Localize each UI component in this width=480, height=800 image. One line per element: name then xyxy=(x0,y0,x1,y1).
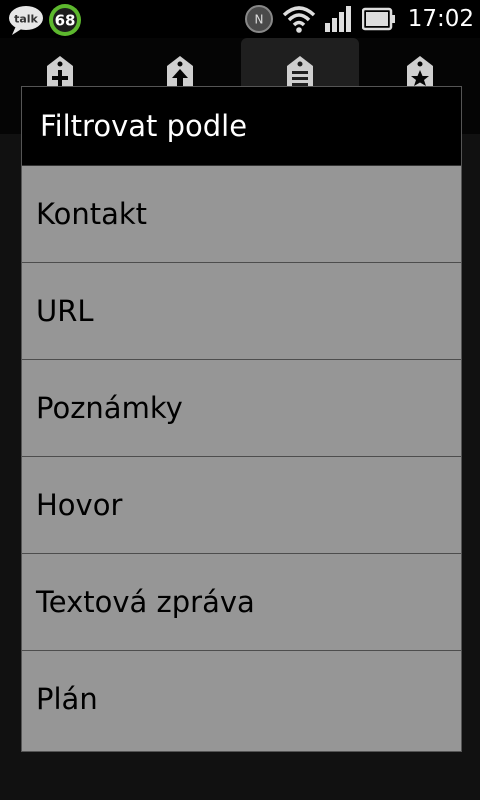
battery-icon xyxy=(361,7,395,31)
talk-icon: talk xyxy=(9,6,43,35)
filter-option-textova-zprava[interactable]: Textová zpráva xyxy=(22,554,461,651)
nfc-icon: N xyxy=(244,5,273,33)
talk-label: talk xyxy=(14,13,38,26)
status-icons: N 17:02 xyxy=(244,0,474,38)
filter-option-kontakt[interactable]: Kontakt xyxy=(22,166,461,263)
badge-icon: 68 xyxy=(49,4,81,36)
filter-option-hovor[interactable]: Hovor xyxy=(22,457,461,554)
badge-count: 68 xyxy=(55,12,76,30)
filter-option-url[interactable]: URL xyxy=(22,263,461,360)
dialog-title: Filtrovat podle xyxy=(22,87,461,166)
svg-text:N: N xyxy=(254,13,263,27)
filter-option-poznamky[interactable]: Poznámky xyxy=(22,360,461,457)
clock: 17:02 xyxy=(407,6,474,32)
filter-option-plan[interactable]: Plán xyxy=(22,651,461,748)
filter-dialog: Filtrovat podle Kontakt URL Poznámky Hov… xyxy=(21,86,462,752)
status-bar: talk 68 N 17:02 xyxy=(0,0,480,38)
notification-area: talk 68 xyxy=(8,3,82,37)
signal-icon xyxy=(324,6,351,32)
wifi-icon xyxy=(282,6,315,33)
